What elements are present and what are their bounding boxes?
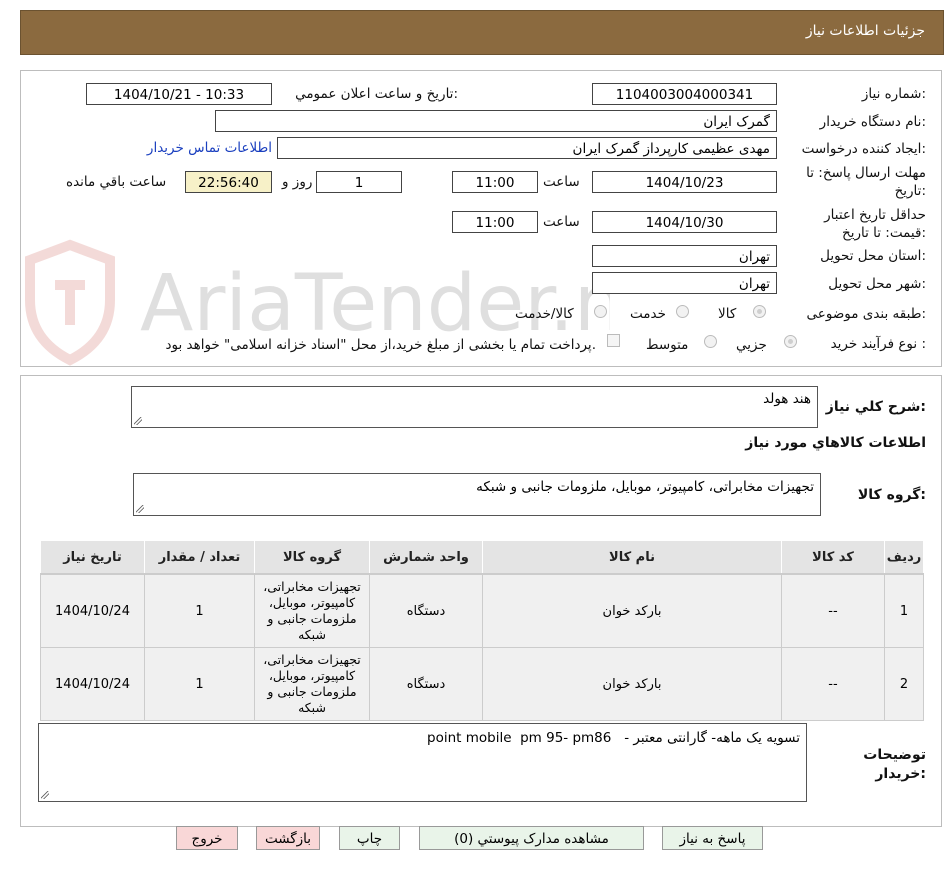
watermark-text: AriaTender.neT: [140, 259, 610, 349]
days-remaining-field[interactable]: 1: [316, 171, 402, 193]
buyer-notes-text: point mobile pm 95- pm86 - تسویه یک ماهه…: [427, 730, 800, 746]
reply-button[interactable]: پاسخ به نیاز: [662, 826, 763, 850]
radio-goods-label: کالا: [718, 306, 737, 322]
city-label: شهر محل تحویل:: [828, 276, 926, 292]
radio-small[interactable]: [784, 335, 797, 348]
col-group: گروه کالا: [254, 540, 370, 575]
validity-time-field[interactable]: 11:00: [452, 211, 538, 233]
cell-date: 1404/10/24: [40, 573, 145, 648]
page-header: جزئیات اطلاعات نیاز: [20, 10, 944, 55]
col-date: تاریخ نیاز: [40, 540, 145, 575]
days-label: روز و: [282, 174, 313, 190]
validity-time-label: ساعت: [543, 214, 580, 230]
announce-datetime-field[interactable]: 1404/10/21 - 10:33: [86, 83, 272, 105]
cell-unit: دستگاه: [369, 573, 483, 648]
cell-code: --: [781, 647, 885, 721]
view-attachments-button[interactable]: مشاهده مدارک پیوستي (0): [419, 826, 644, 850]
radio-goods[interactable]: [753, 305, 766, 318]
buyer-notes-textarea[interactable]: point mobile pm 95- pm86 - تسویه یک ماهه…: [38, 723, 807, 802]
summary-label: شرح کلي نياز:: [825, 399, 926, 415]
cell-qty: 1: [144, 647, 255, 721]
time-remaining-label: ساعت باقي مانده: [66, 174, 167, 190]
radio-goods-service-label: کالا/خدمت: [515, 306, 574, 322]
resize-grip-icon[interactable]: [134, 417, 142, 425]
radio-goods-service[interactable]: [594, 305, 607, 318]
table-header-row: رديف کد کالا نام کالا واحد شمارش گروه کا…: [40, 540, 924, 575]
print-button[interactable]: چاپ: [339, 826, 400, 850]
goods-info-title: اطلاعات کالاهاي مورد نياز: [745, 435, 926, 451]
col-code: کد کالا: [781, 540, 885, 575]
exit-button[interactable]: خروج: [176, 826, 238, 850]
deadline-label: مهلت ارسال پاسخ: تا تاریخ:: [806, 165, 926, 199]
col-unit: واحد شمارش: [369, 540, 483, 575]
need-number-field[interactable]: 1104003004000341: [592, 83, 777, 105]
time-remaining-field: 22:56:40: [185, 171, 272, 193]
cell-group: تجهیزات مخابراتی، کامپیوتر، موبایل، ملزو…: [254, 647, 370, 721]
city-field[interactable]: تهران: [592, 272, 777, 294]
announce-label: تاریخ و ساعت اعلان عمومي:: [295, 86, 458, 102]
validity-label: حداقل تاریخ اعتبار قیمت: تا تاریخ:: [824, 207, 926, 241]
cell-code: --: [781, 573, 885, 648]
treasury-checkbox[interactable]: [607, 334, 620, 347]
cell-name: بارکد خوان: [482, 573, 782, 648]
cell-qty: 1: [144, 573, 255, 648]
col-name: نام کالا: [482, 540, 782, 575]
back-button[interactable]: بازگشت: [256, 826, 320, 850]
cell-row: 1: [884, 573, 924, 648]
summary-text: هند هولد: [763, 391, 811, 407]
deadline-date-field[interactable]: 1404/10/23: [592, 171, 777, 193]
radio-medium[interactable]: [704, 335, 717, 348]
col-row: رديف: [884, 540, 924, 575]
page-title: جزئیات اطلاعات نیاز: [805, 23, 925, 39]
radio-small-label: جزیي: [736, 337, 767, 353]
payment-note: پرداخت تمام یا بخشی از مبلغ خرید،از محل …: [165, 337, 596, 353]
table-row[interactable]: 2 -- بارکد خوان دستگاه تجهیزات مخابراتی،…: [40, 647, 924, 721]
resize-grip-icon[interactable]: [136, 505, 144, 513]
buyer-notes-label: توضیحات خریدار:: [863, 747, 926, 782]
deadline-time-field[interactable]: 11:00: [452, 171, 538, 193]
deadline-time-label: ساعت: [543, 174, 580, 190]
resize-grip-icon[interactable]: [41, 791, 49, 799]
buyer-contact-link[interactable]: اطلاعات تماس خریدار: [147, 140, 272, 156]
table-row[interactable]: 1 -- بارکد خوان دستگاه تجهیزات مخابراتی،…: [40, 573, 924, 648]
buyer-label: نام دستگاه خريدار:: [819, 114, 926, 130]
cell-date: 1404/10/24: [40, 647, 145, 721]
buyer-field[interactable]: گمرک ایران: [215, 110, 777, 132]
province-label: استان محل تحویل:: [820, 248, 926, 264]
creator-field[interactable]: مهدی عظیمی کارپرداز گمرک ایران: [277, 137, 777, 159]
validity-date-field[interactable]: 1404/10/30: [592, 211, 777, 233]
radio-service[interactable]: [676, 305, 689, 318]
radio-service-label: خدمت: [630, 306, 666, 322]
goods-group-label: گروه کالا:: [857, 487, 926, 503]
cell-unit: دستگاه: [369, 647, 483, 721]
cell-name: بارکد خوان: [482, 647, 782, 721]
process-label: نوع فرآیند خرید :: [830, 336, 926, 352]
cell-row: 2: [884, 647, 924, 721]
cell-group: تجهیزات مخابراتی، کامپیوتر، موبایل، ملزو…: [254, 573, 370, 648]
need-number-label: شماره نیاز:: [861, 86, 926, 102]
creator-label: ایجاد کننده درخواست:: [801, 141, 926, 157]
summary-textarea[interactable]: هند هولد: [131, 386, 818, 428]
col-qty: تعداد / مقدار: [144, 540, 255, 575]
goods-group-textarea[interactable]: تجهیزات مخابراتی، کامپیوتر، موبایل، ملزو…: [133, 473, 821, 516]
goods-group-text: تجهیزات مخابراتی، کامپیوتر، موبایل، ملزو…: [476, 479, 814, 495]
category-label: طبقه بندی موضوعی:: [806, 306, 926, 322]
radio-medium-label: متوسط: [646, 337, 689, 353]
items-table: رديف کد کالا نام کالا واحد شمارش گروه کا…: [40, 540, 924, 721]
province-field[interactable]: تهران: [592, 245, 777, 267]
